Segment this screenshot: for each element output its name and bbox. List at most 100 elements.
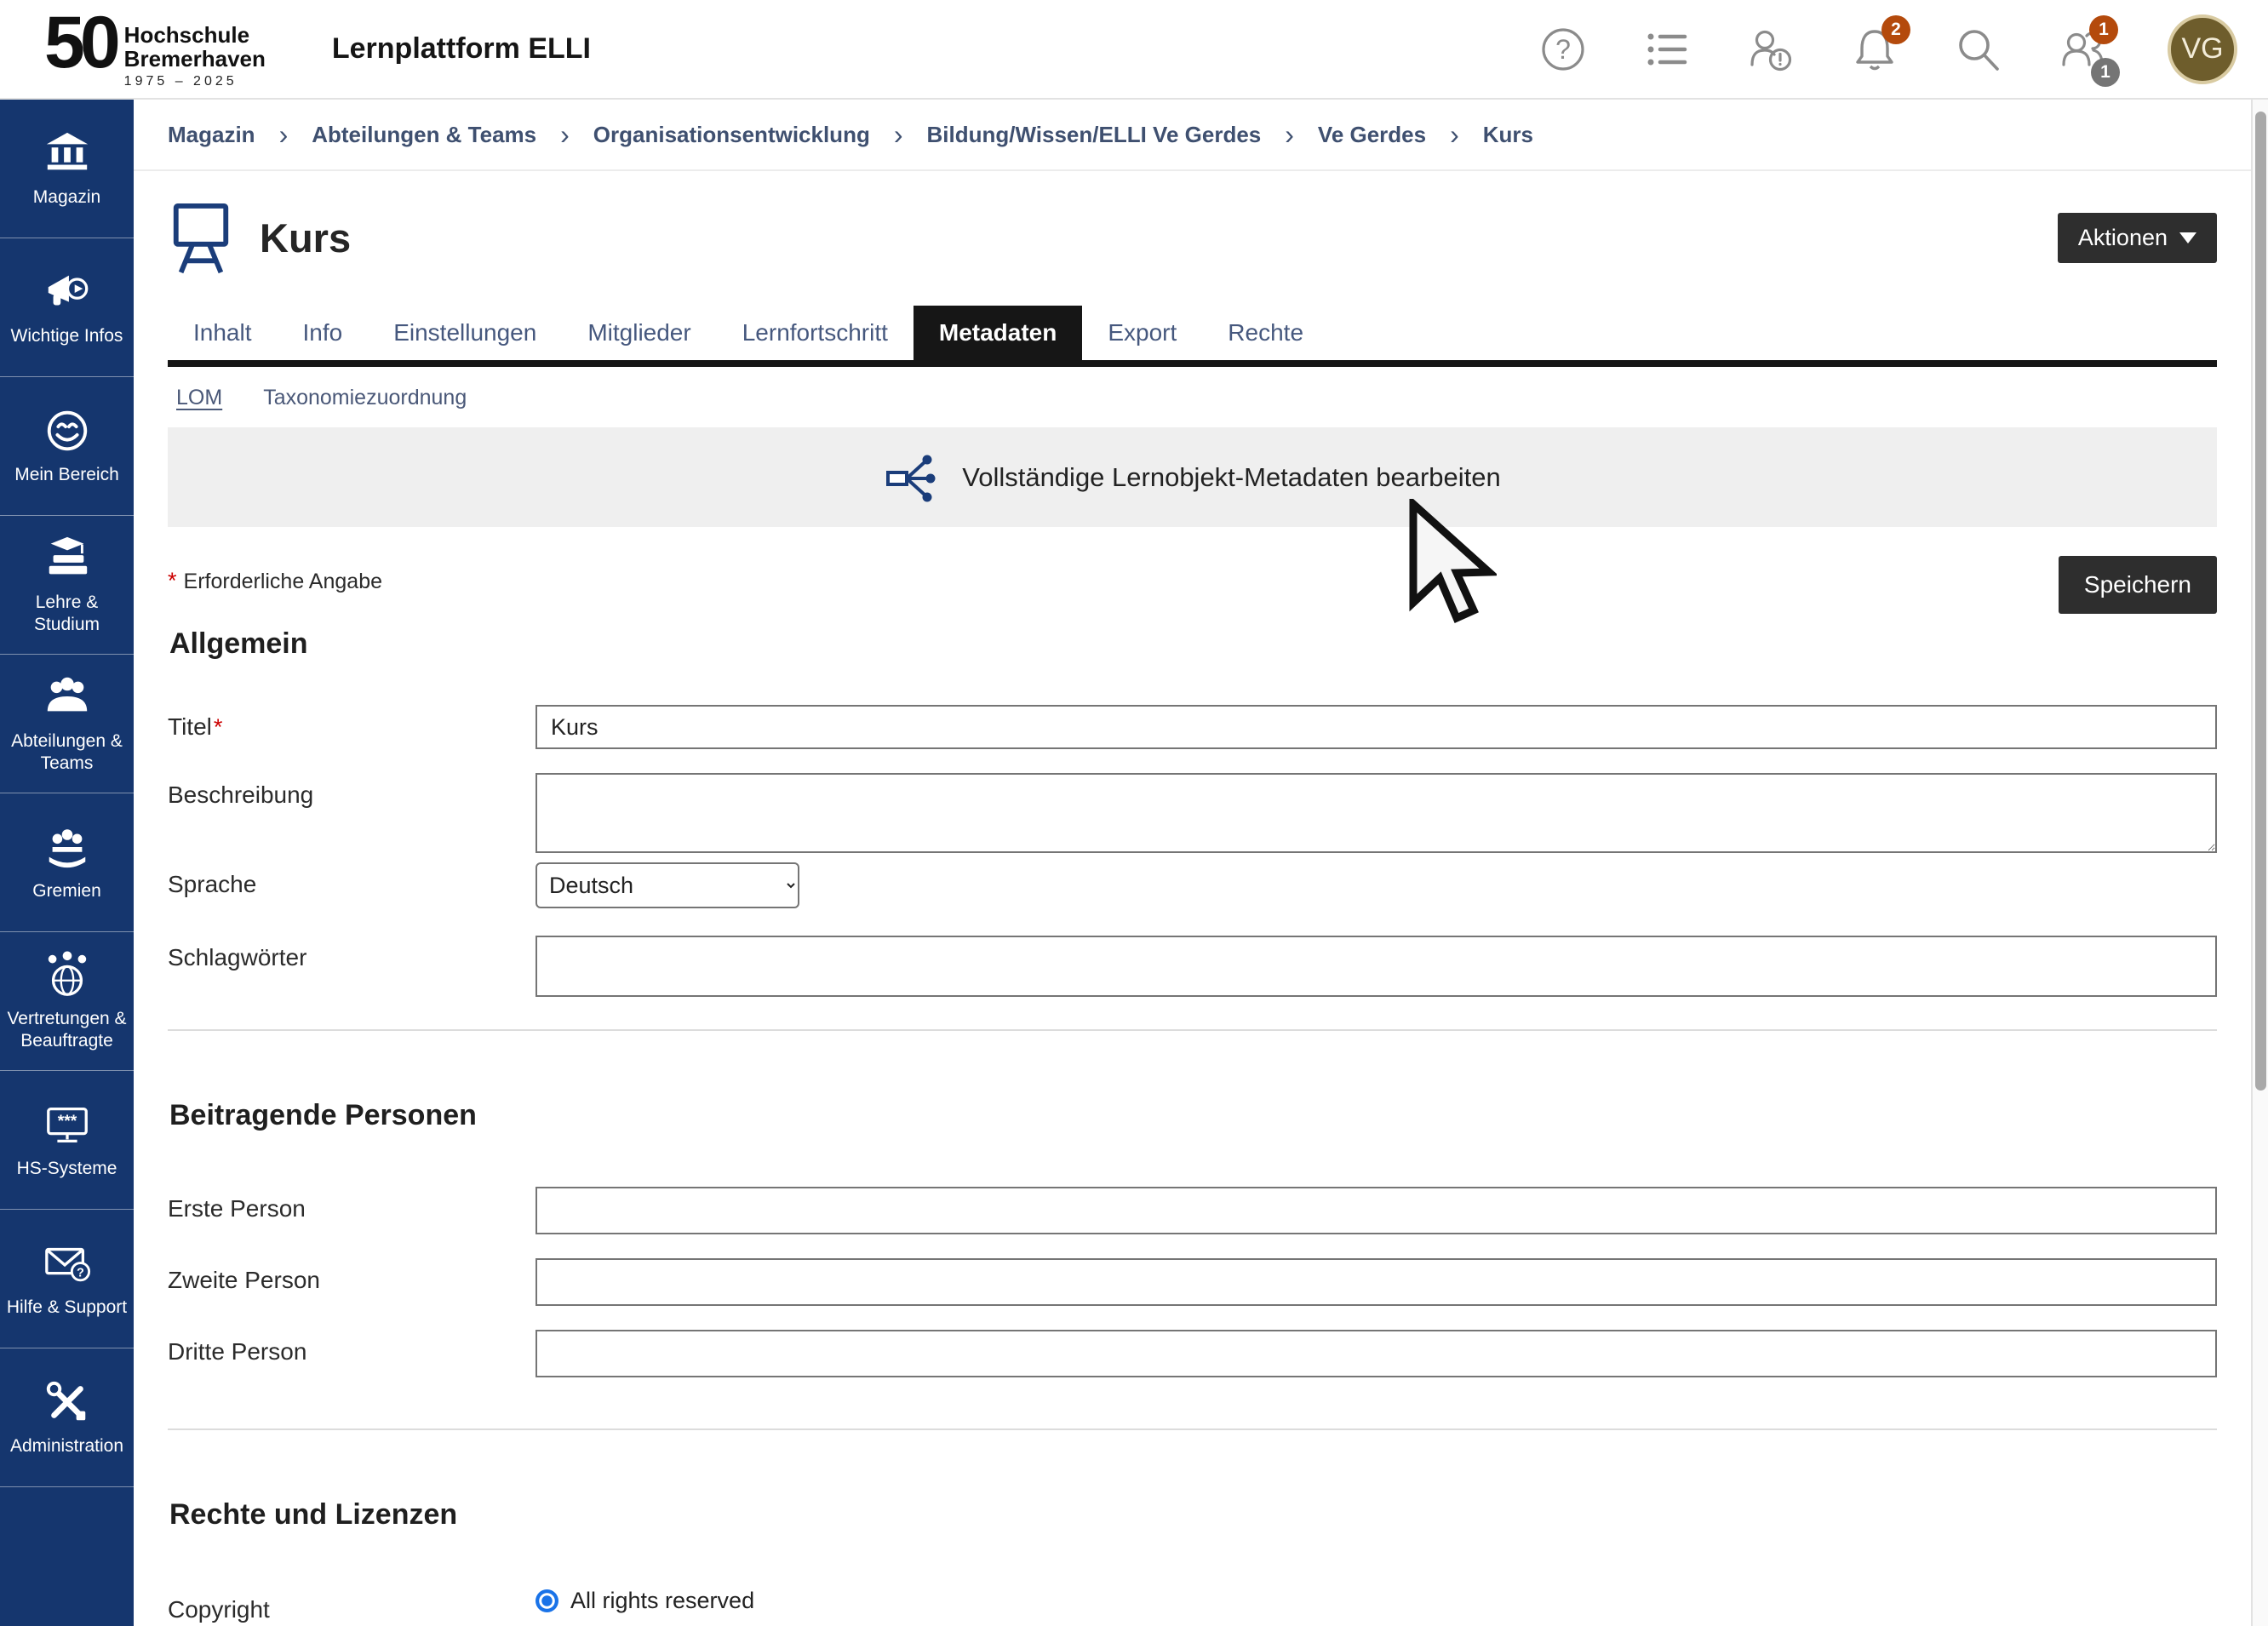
- avatar[interactable]: VG: [2168, 14, 2237, 84]
- contacts-icon[interactable]: 1 1: [2059, 26, 2106, 73]
- breadcrumb-item-ve-gerdes[interactable]: Ve Gerdes: [1318, 122, 1426, 148]
- sprache-label: Sprache: [168, 862, 536, 898]
- page-title-row: Kurs Aktionen: [168, 193, 2217, 282]
- books-icon: [43, 534, 92, 583]
- tab-info[interactable]: Info: [278, 306, 369, 360]
- tab-rechte[interactable]: Rechte: [1202, 306, 1329, 360]
- subtab-bar: LOM Taxonomiezuordnung: [168, 367, 2217, 422]
- copyright-radio-label: All rights reserved: [570, 1588, 754, 1614]
- zweite-person-input[interactable]: [536, 1258, 2217, 1306]
- sidebar-label: Lehre & Studium: [3, 592, 131, 637]
- copyright-radio[interactable]: [536, 1589, 558, 1612]
- caret-down-icon: [2179, 232, 2196, 243]
- zweite-person-control: [536, 1258, 2217, 1306]
- save-button-label: Speichern: [2084, 571, 2191, 598]
- globe-people-icon: [43, 950, 92, 999]
- beschreibung-row: Beschreibung: [168, 773, 2217, 857]
- header-icon-group: ? 2: [1539, 14, 2268, 84]
- sidebar-item-vertretungen-beauftragte[interactable]: Vertretungen & Beauftragte: [0, 932, 134, 1071]
- course-easel-icon: [168, 198, 234, 277]
- breadcrumb-item-abteilungen-teams[interactable]: Abteilungen & Teams: [312, 122, 536, 148]
- sprache-select[interactable]: Deutsch: [536, 862, 799, 908]
- copyright-control: All rights reserved: [536, 1588, 2217, 1614]
- sidebar-label: Hilfe & Support: [7, 1297, 127, 1319]
- required-asterisk: *: [168, 568, 177, 593]
- chevron-right-icon: ›: [279, 119, 289, 151]
- breadcrumb-item-organisationsentwicklung[interactable]: Organisationsentwicklung: [593, 122, 870, 148]
- chevron-right-icon: ›: [1450, 119, 1459, 151]
- logo-line1: Hochschule: [124, 24, 266, 47]
- sidebar-label: HS-Systeme: [17, 1158, 117, 1180]
- schlagwoerter-label: Schlagwörter: [168, 936, 536, 971]
- actions-button[interactable]: Aktionen: [2058, 213, 2217, 263]
- erste-person-control: [536, 1187, 2217, 1234]
- erste-person-label: Erste Person: [168, 1187, 536, 1222]
- sidebar-label: Magazin: [33, 186, 100, 209]
- smiley-icon: [43, 406, 92, 455]
- sidebar-item-wichtige-infos[interactable]: Wichtige Infos: [0, 238, 134, 377]
- sidebar-item-hs-systeme[interactable]: *** HS-Systeme: [0, 1071, 134, 1210]
- sidebar-item-abteilungen-teams[interactable]: Abteilungen & Teams: [0, 655, 134, 793]
- sidebar-item-lehre-studium[interactable]: Lehre & Studium: [0, 516, 134, 655]
- tab-metadaten[interactable]: Metadaten: [914, 306, 1082, 360]
- schlagwoerter-row: Schlagwörter: [168, 936, 2217, 997]
- beschreibung-control: [536, 773, 2217, 857]
- chevron-right-icon: ›: [1285, 119, 1294, 151]
- subtab-lom[interactable]: LOM: [176, 386, 222, 410]
- save-button[interactable]: Speichern: [2059, 556, 2217, 614]
- sidebar-item-hilfe-support[interactable]: ? Hilfe & Support: [0, 1210, 134, 1348]
- required-save-row: *Erforderliche Angabe Speichern: [168, 556, 2217, 614]
- sidebar-label: Gremien: [32, 880, 101, 902]
- beschreibung-textarea[interactable]: [536, 773, 2217, 853]
- dritte-person-control: [536, 1330, 2217, 1377]
- search-icon[interactable]: [1955, 26, 2002, 73]
- breadcrumb-item-kurs[interactable]: Kurs: [1483, 122, 1533, 148]
- breadcrumb-item-magazin[interactable]: Magazin: [168, 122, 255, 148]
- notifications-bell-icon[interactable]: 2: [1851, 26, 1899, 73]
- tab-lernfortschritt[interactable]: Lernfortschritt: [717, 306, 914, 360]
- contacts-badge-top: 1: [2089, 15, 2118, 44]
- breadcrumb: Magazin › Abteilungen & Teams › Organisa…: [134, 100, 2251, 171]
- section-divider: [168, 1029, 2217, 1031]
- titel-control: [536, 705, 2217, 749]
- edit-full-metadata-bar[interactable]: Vollständige Lernobjekt-Metadaten bearbe…: [168, 427, 2217, 527]
- sidebar-item-magazin[interactable]: Magazin: [0, 100, 134, 238]
- megaphone-icon: [43, 267, 92, 317]
- vertical-scrollbar-thumb[interactable]: [2255, 112, 2266, 1091]
- vertical-scrollbar-track[interactable]: [2251, 100, 2268, 1626]
- sidebar-label: Administration: [10, 1435, 123, 1457]
- logo-50: 50: [44, 9, 116, 78]
- sidebar-item-gremien[interactable]: Gremien: [0, 793, 134, 932]
- sidebar-label: Wichtige Infos: [11, 325, 123, 347]
- dritte-person-row: Dritte Person: [168, 1330, 2217, 1377]
- tab-inhalt[interactable]: Inhalt: [168, 306, 278, 360]
- subtab-taxonomiezuordnung[interactable]: Taxonomiezuordnung: [263, 386, 467, 410]
- sidebar-item-administration[interactable]: Administration: [0, 1348, 134, 1487]
- section-title-beitragende: Beitragende Personen: [169, 1099, 2217, 1132]
- erste-person-input[interactable]: [536, 1187, 2217, 1234]
- notifications-badge: 2: [1881, 15, 1910, 44]
- svg-text:?: ?: [1555, 34, 1571, 65]
- task-list-icon[interactable]: [1643, 26, 1691, 73]
- tools-icon: [43, 1377, 92, 1427]
- tab-mitglieder[interactable]: Mitglieder: [562, 306, 716, 360]
- titel-input[interactable]: [536, 705, 2217, 749]
- breadcrumb-item-bildung-wissen[interactable]: Bildung/Wissen/ELLI Ve Gerdes: [927, 122, 1262, 148]
- help-icon[interactable]: ?: [1539, 26, 1587, 73]
- metadata-hub-icon: [884, 450, 940, 505]
- monitor-password-icon: ***: [43, 1100, 92, 1149]
- schlagwoerter-control: [536, 936, 2217, 997]
- sidebar-item-mein-bereich[interactable]: Mein Bereich: [0, 377, 134, 516]
- dritte-person-input[interactable]: [536, 1330, 2217, 1377]
- sprache-control: Deutsch: [536, 862, 2217, 908]
- tab-export[interactable]: Export: [1082, 306, 1202, 360]
- logo-years: 1975 – 2025: [124, 74, 266, 89]
- copyright-label: Copyright: [168, 1588, 536, 1623]
- sprache-row: Sprache Deutsch: [168, 862, 2217, 908]
- tab-einstellungen[interactable]: Einstellungen: [368, 306, 562, 360]
- committee-icon: [43, 822, 92, 872]
- user-status-icon[interactable]: [1747, 26, 1795, 73]
- schlagwoerter-input[interactable]: [536, 936, 2217, 997]
- section-title-rechte: Rechte und Lizenzen: [169, 1498, 2217, 1532]
- content-wrapper: Kurs Aktionen Inhalt Info Einstellungen …: [134, 193, 2251, 1623]
